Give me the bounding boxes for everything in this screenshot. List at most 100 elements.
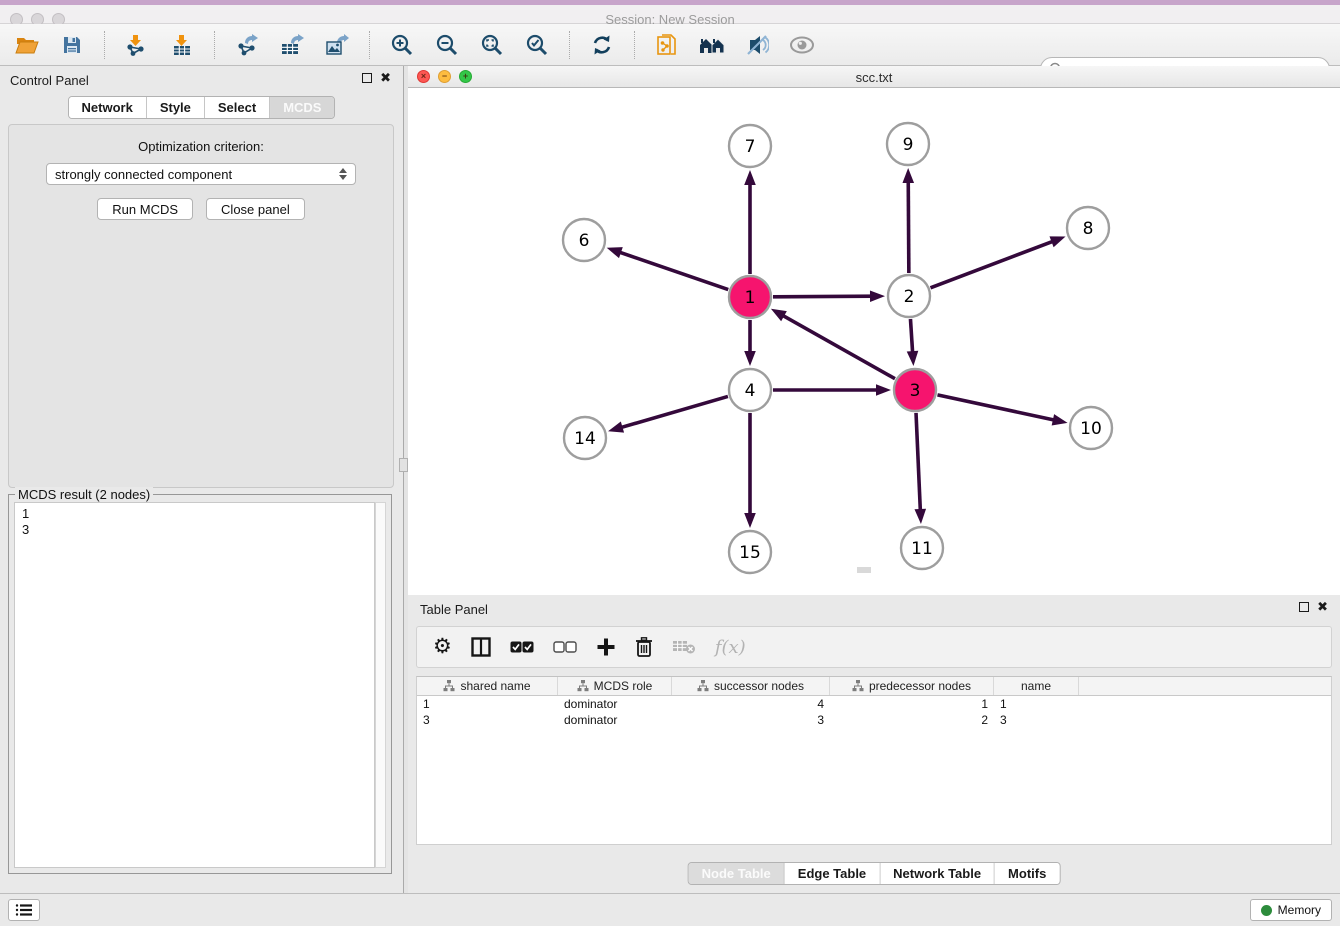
cell-name[interactable]: 3	[994, 712, 1079, 728]
gear-icon[interactable]: ⚙	[433, 637, 452, 657]
cell-successor-nodes[interactable]: 4	[672, 696, 830, 712]
criterion-select[interactable]: strongly connected component	[46, 163, 356, 185]
tab-motifs[interactable]: Motifs	[995, 863, 1059, 884]
open-session-icon	[15, 35, 39, 55]
tab-edge-table[interactable]: Edge Table	[785, 863, 880, 884]
graph-node-label: 9	[903, 135, 914, 155]
column-header-mcds-role[interactable]: MCDS role	[558, 677, 672, 695]
graph-edge-arrow	[902, 168, 914, 183]
graph-edge-2-9[interactable]	[908, 180, 909, 273]
tab-network[interactable]: Network	[69, 97, 147, 118]
cell-name[interactable]: 1	[994, 696, 1079, 712]
tab-mcds[interactable]: MCDS	[270, 97, 334, 118]
export-table-button[interactable]	[277, 30, 307, 60]
table-panel-title: Table Panel	[420, 602, 488, 617]
memory-status-icon	[1261, 905, 1272, 916]
table-row[interactable]: 1 dominator 4 1 1	[417, 696, 1331, 712]
graph-edge-arrow	[907, 351, 919, 366]
tab-node-table[interactable]: Node Table	[689, 863, 785, 884]
tab-network-table[interactable]: Network Table	[880, 863, 995, 884]
cell-shared-name[interactable]: 1	[417, 696, 558, 712]
graph-edge-3-11[interactable]	[916, 413, 920, 512]
select-all-columns-icon[interactable]	[510, 641, 534, 654]
column-header-successor-nodes[interactable]: successor nodes	[672, 677, 830, 695]
toolbar-separator	[369, 31, 370, 59]
zoom-in-icon	[391, 34, 413, 56]
panel-splitter-handle[interactable]	[399, 458, 408, 472]
export-network-icon	[235, 34, 259, 56]
cell-shared-name[interactable]: 3	[417, 712, 558, 728]
graph-edge-3-1[interactable]	[781, 315, 895, 379]
zoom-out-button[interactable]	[432, 30, 462, 60]
task-list-icon	[15, 903, 33, 917]
apply-layout-button[interactable]	[587, 30, 617, 60]
table-toolbar: ⚙ f(x)	[416, 626, 1332, 668]
import-table-button[interactable]	[167, 30, 197, 60]
save-session-button[interactable]	[57, 30, 87, 60]
toolbar-separator	[569, 31, 570, 59]
delete-icon[interactable]	[635, 637, 653, 658]
close-panel-icon[interactable]: ✖	[380, 72, 391, 84]
column-header-shared-name[interactable]: shared name	[417, 677, 558, 695]
float-panel-icon[interactable]	[1299, 602, 1309, 612]
graph-edge-4-14[interactable]	[620, 396, 728, 428]
tab-style[interactable]: Style	[147, 97, 205, 118]
graph-edge-2-3[interactable]	[910, 319, 912, 354]
add-icon[interactable]	[596, 637, 616, 657]
toolbar-separator	[104, 31, 105, 59]
network-hierarchy-icon	[698, 35, 726, 55]
float-panel-icon[interactable]	[362, 73, 372, 83]
export-table-icon	[280, 34, 304, 56]
graph-node-label: 14	[574, 429, 596, 449]
zoom-selected-button[interactable]	[522, 30, 552, 60]
zoom-in-button[interactable]	[387, 30, 417, 60]
import-network-button[interactable]	[122, 30, 152, 60]
column-header-predecessor-nodes[interactable]: predecessor nodes	[830, 677, 994, 695]
criterion-value: strongly connected component	[55, 167, 333, 182]
graph-node-label: 6	[579, 231, 590, 251]
graph-edge-arrow	[607, 247, 623, 258]
clone-network-button[interactable]	[652, 30, 682, 60]
hide-graphics-details-icon	[745, 34, 769, 56]
memory-button[interactable]: Memory	[1250, 899, 1332, 921]
cell-predecessor-nodes[interactable]: 1	[830, 696, 994, 712]
network-window-titlebar[interactable]: × − + scc.txt	[408, 66, 1340, 88]
fit-content-icon	[481, 34, 503, 56]
run-mcds-button[interactable]: Run MCDS	[97, 198, 193, 220]
close-panel-button[interactable]: Close panel	[206, 198, 305, 220]
graph-edge-2-8[interactable]	[931, 241, 1055, 288]
graph-edge-1-6[interactable]	[618, 252, 728, 290]
memory-label: Memory	[1278, 903, 1321, 917]
network-graph-canvas[interactable]: 7968124314101511	[408, 88, 1340, 595]
canvas-splitter-handle[interactable]	[857, 567, 871, 573]
import-network-icon	[125, 34, 149, 56]
function-builder-icon: f(x)	[715, 637, 746, 658]
mcds-result-list[interactable]: 1 3	[14, 502, 375, 868]
cell-mcds-role[interactable]: dominator	[558, 712, 672, 728]
task-history-button[interactable]	[8, 899, 40, 921]
cell-mcds-role[interactable]: dominator	[558, 696, 672, 712]
network-hierarchy-button[interactable]	[697, 30, 727, 60]
column-header-name[interactable]: name	[994, 677, 1079, 695]
zoom-out-icon	[436, 34, 458, 56]
result-line[interactable]: 3	[22, 522, 367, 538]
result-line[interactable]: 1	[22, 506, 367, 522]
close-panel-icon[interactable]: ✖	[1317, 601, 1328, 613]
export-image-button[interactable]	[322, 30, 352, 60]
table-row[interactable]: 3 dominator 3 2 3	[417, 712, 1331, 728]
graph-edge-1-2[interactable]	[773, 296, 873, 297]
table-header-row: shared name MCDS role successor nodes	[417, 677, 1331, 696]
cell-successor-nodes[interactable]: 3	[672, 712, 830, 728]
fit-content-button[interactable]	[477, 30, 507, 60]
result-scrollbar[interactable]	[375, 502, 386, 868]
unselect-all-columns-icon[interactable]	[553, 641, 577, 654]
table-panel: Table Panel ✖ ⚙	[408, 595, 1340, 893]
hide-graphics-details-button[interactable]	[742, 30, 772, 60]
graph-edge-3-10[interactable]	[937, 395, 1055, 421]
export-network-button[interactable]	[232, 30, 262, 60]
graph-edge-arrow	[870, 290, 885, 302]
split-pane-icon[interactable]	[471, 637, 491, 657]
cell-predecessor-nodes[interactable]: 2	[830, 712, 994, 728]
tab-select[interactable]: Select	[205, 97, 270, 118]
open-session-button[interactable]	[12, 30, 42, 60]
